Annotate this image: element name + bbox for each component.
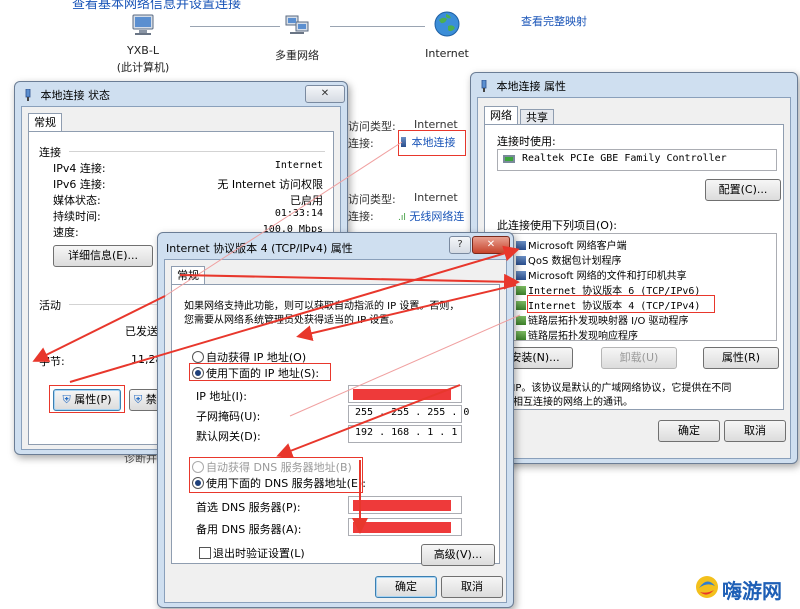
annotation-arrows [32, 141, 521, 534]
arrow-guide-line [164, 141, 403, 297]
watermark-text: 嗨游网 [722, 579, 782, 603]
arrow-to-ipv4-item [179, 273, 520, 290]
arrow-to-properties [32, 295, 166, 362]
arrow-to-props-list [69, 245, 520, 383]
arrow-to-dns [276, 384, 461, 459]
watermark: 嗨游网 [694, 570, 798, 604]
watermark-logo-icon [694, 574, 720, 603]
arrow-to-ip-settings [296, 284, 517, 342]
